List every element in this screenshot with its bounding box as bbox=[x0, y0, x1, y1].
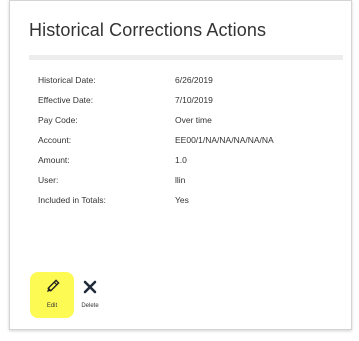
detail-row-historical-date: Historical Date: 6/26/2019 bbox=[38, 71, 358, 91]
amount-label: Amount: bbox=[38, 155, 70, 165]
detail-row-included-in-totals: Included in Totals: Yes bbox=[38, 191, 358, 211]
title-divider bbox=[29, 55, 343, 60]
detail-row-pay-code: Pay Code: Over time bbox=[38, 111, 358, 131]
historical-date-label: Historical Date: bbox=[38, 75, 96, 85]
pay-code-label: Pay Code: bbox=[38, 115, 78, 125]
panel-title: Historical Corrections Actions bbox=[29, 20, 267, 40]
detail-row-amount: Amount: 1.0 bbox=[38, 151, 358, 171]
delete-button[interactable]: Delete bbox=[68, 272, 112, 318]
detail-row-user: User: llin bbox=[38, 171, 358, 191]
included-in-totals-value: Yes bbox=[175, 195, 189, 205]
pay-code-value: Over time bbox=[175, 115, 212, 125]
user-value: llin bbox=[175, 175, 186, 185]
effective-date-value: 7/10/2019 bbox=[175, 95, 213, 105]
historical-date-value: 6/26/2019 bbox=[175, 75, 213, 85]
included-in-totals-label: Included in Totals: bbox=[38, 195, 106, 205]
historical-corrections-panel: Historical Corrections Actions Historica… bbox=[9, 0, 352, 330]
user-label: User: bbox=[38, 175, 59, 185]
effective-date-label: Effective Date: bbox=[38, 95, 94, 105]
delete-label: Delete bbox=[81, 303, 99, 309]
amount-value: 1.0 bbox=[175, 155, 187, 165]
details-list: Historical Date: 6/26/2019 Effective Dat… bbox=[38, 71, 358, 211]
detail-row-effective-date: Effective Date: 7/10/2019 bbox=[38, 91, 358, 111]
close-icon bbox=[68, 276, 112, 298]
action-bar: Edit Delete bbox=[30, 272, 150, 320]
detail-row-account: Account: EE00/1/NA/NA/NA/NA/NA bbox=[38, 131, 358, 151]
account-value: EE00/1/NA/NA/NA/NA/NA bbox=[175, 135, 274, 145]
account-label: Account: bbox=[38, 135, 72, 145]
